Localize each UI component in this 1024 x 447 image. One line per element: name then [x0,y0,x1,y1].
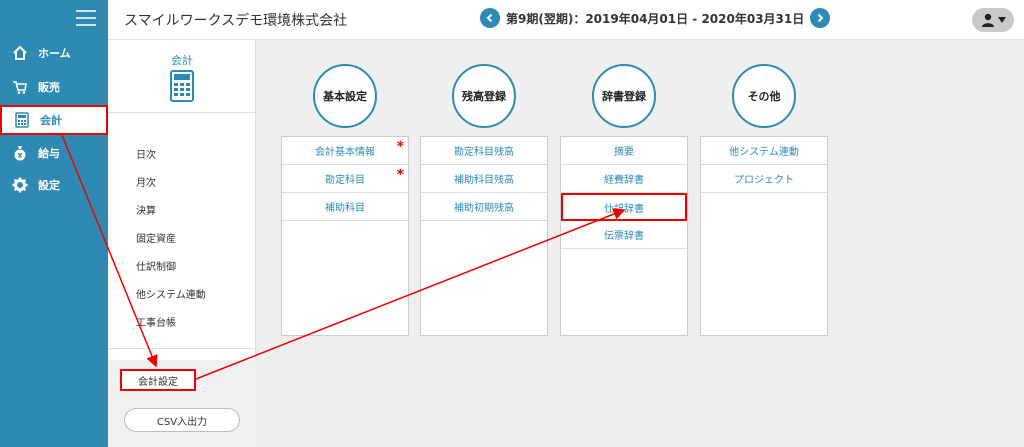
company-name: スマイルワークスデモ環境株式会社 [124,13,348,29]
csv-import-export-button[interactable]: CSV入出力 [124,408,240,432]
menu-item-journal-dictionary[interactable]: 仕訳辞書 [561,193,687,221]
settings-main: 基本設定 会計基本情報 * 勘定科目 * 補助科目 残高登録 勘定科目残高 補助科目… [256,40,1024,447]
menu-item-account-titles[interactable]: 勘定科目 * [282,165,408,193]
category-column: 勘定科目残高 補助科目残高 補助初期残高 [420,136,548,336]
submenu-item-fixed-assets[interactable]: 固定資産 [136,230,176,245]
submenu-item-monthly[interactable]: 月次 [136,174,156,189]
chevron-right-icon [818,13,824,23]
submenu-item-closing[interactable]: 決算 [136,202,156,217]
cart-icon [12,79,28,95]
submenu-item-journal-control[interactable]: 仕訳制御 [136,258,176,273]
required-icon: * [396,139,404,155]
menu-item-project[interactable]: プロジェクト [701,165,827,193]
submenu-item-daily[interactable]: 日次 [136,146,156,161]
required-icon: * [396,167,404,183]
period-label: 第9期(翌期)：2019年04月01日 - 2020年03月31日 [506,11,805,26]
sidebar-item-sales[interactable]: 販売 [0,72,108,102]
category-other: その他 [732,64,796,128]
header: スマイルワークスデモ環境株式会社 第9期(翌期)：2019年04月01日 - 2… [108,0,1024,40]
submenu-item-construction-ledger[interactable]: 工事台帳 [136,314,176,329]
sidebar-item-accounting[interactable]: 会計 [0,105,108,135]
submenu-item-system-link[interactable]: 他システム連動 [136,286,206,301]
menu-item-sub-accounts[interactable]: 補助科目 [282,193,408,221]
divider [108,348,256,349]
money-bag-icon: ¥ [12,145,28,161]
menu-item-summary[interactable]: 摘要 [561,137,687,165]
sidebar-item-label: ホーム [38,47,71,60]
menu-item-voucher-dictionary[interactable]: 伝票辞書 [561,221,687,249]
category-column: 会計基本情報 * 勘定科目 * 補助科目 [281,136,409,336]
category-dictionary-registration: 辞書登録 [592,64,656,128]
category-column: 他システム連動 プロジェクト [700,136,828,336]
caret-down-icon [997,17,1006,23]
sidebar-item-label: 設定 [38,179,60,192]
sidebar-item-home[interactable]: ホーム [0,38,108,68]
prev-period-button[interactable] [480,8,500,28]
calculator-icon [14,112,30,128]
accounting-settings-button[interactable]: 会計設定 [120,369,196,391]
menu-item-sub-account-balance[interactable]: 補助科目残高 [421,165,547,193]
sidebar-item-label: 給与 [38,147,60,160]
category-balance-registration: 残高登録 [452,64,516,128]
menu-item-sub-initial-balance[interactable]: 補助初期残高 [421,193,547,221]
next-period-button[interactable] [810,8,831,28]
svg-text:¥: ¥ [18,152,23,160]
menu-item-other-system-link[interactable]: 他システム連動 [701,137,827,165]
divider [108,112,256,113]
chevron-left-icon [486,13,493,23]
menu-item-account-balance[interactable]: 勘定科目残高 [421,137,547,165]
gear-icon [12,177,28,193]
sidebar-item-payroll[interactable]: ¥ 給与 [0,138,108,168]
sidebar-item-settings[interactable]: 設定 [0,170,108,200]
user-menu-button[interactable] [972,8,1014,32]
sidebar-item-label: 販売 [38,81,60,94]
calculator-icon [170,70,194,105]
category-column: 摘要 経費辞書 仕訳辞書 伝票辞書 [560,136,688,336]
accounting-submenu: 会計 日次 月次 決算 固定資産 仕訳制御 他システム連動 工事台帳 会計設定 … [108,40,256,447]
menu-item-basic-info[interactable]: 会計基本情報 * [282,137,408,165]
sidebar-item-label: 会計 [40,114,62,127]
hamburger-menu-icon[interactable] [76,10,96,26]
menu-item-expense-dictionary[interactable]: 経費辞書 [561,165,687,193]
user-icon [981,13,994,27]
category-basic-settings: 基本設定 [313,64,377,128]
period-selector: 第9期(翌期)：2019年04月01日 - 2020年03月31日 [480,8,831,28]
home-icon [12,45,28,61]
submenu-title: 会計 [171,54,193,67]
sidebar: ホーム 販売 会計 ¥ 給与 設定 [0,0,108,447]
